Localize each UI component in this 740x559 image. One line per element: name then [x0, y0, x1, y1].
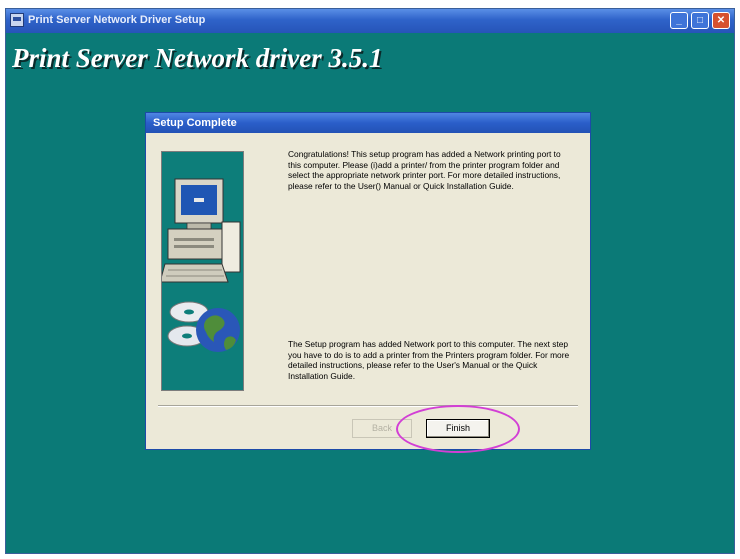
minimize-button[interactable]: _ [670, 12, 688, 29]
setup-complete-dialog: Setup Complete Congratulations! This set… [145, 112, 591, 450]
next-step-message: The Setup program has added Network port… [288, 339, 570, 381]
dialog-title: Setup Complete [153, 117, 237, 129]
window-titlebar[interactable]: Print Server Network Driver Setup _ □ ✕ [6, 9, 734, 33]
setup-app-icon [10, 13, 24, 27]
globe-icon [196, 308, 240, 352]
setup-illustration-graphic [162, 178, 241, 352]
completion-message: Congratulations! This setup program has … [288, 149, 561, 191]
finish-highlight-circle [396, 405, 520, 453]
computer-icon [162, 178, 241, 283]
dialog-titlebar[interactable]: Setup Complete [146, 113, 590, 133]
dialog-separator [158, 405, 578, 407]
setup-illustration [161, 151, 244, 391]
close-button[interactable]: ✕ [712, 12, 730, 29]
window-title: Print Server Network Driver Setup [28, 14, 206, 26]
setup-heading: Print Server Network driver 3.5.1 [12, 43, 383, 73]
maximize-button[interactable]: □ [691, 12, 709, 29]
